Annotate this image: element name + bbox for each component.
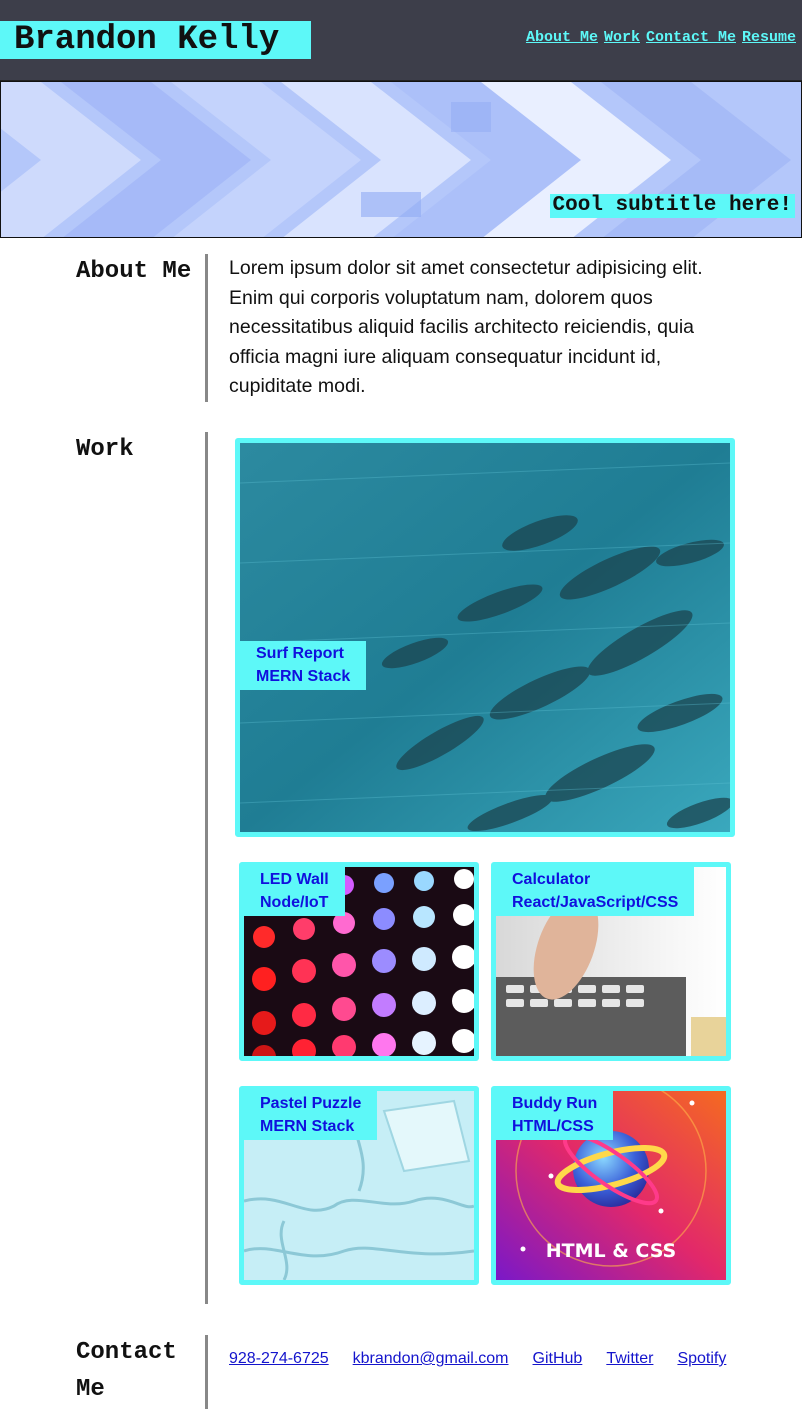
contact-links: 928-274-6725 kbrandon@gmail.com GitHub Twit… — [229, 1350, 750, 1368]
about-divider — [205, 254, 208, 402]
surf-report-image — [240, 443, 730, 832]
contact-title: Contact Me — [76, 1339, 177, 1403]
contact-phone-link[interactable]: 928-274-6725 — [229, 1350, 329, 1367]
hero-banner: Cool subtitle here! — [0, 81, 802, 238]
contact-twitter-link[interactable]: Twitter — [606, 1350, 653, 1367]
surf-report-label: Surf Report MERN Stack — [240, 641, 367, 690]
contact-github-link[interactable]: GitHub — [533, 1350, 583, 1367]
nav-about-me[interactable]: About Me — [526, 29, 598, 46]
site-header: Brandon Kelly About Me Work Contact Me Resu… — [0, 0, 802, 81]
nav-resume[interactable]: Resume — [742, 29, 796, 46]
project-name: Pastel Puzzle — [260, 1095, 362, 1112]
pastel-puzzle-label: Pastel Puzzle MERN Stack — [244, 1091, 378, 1140]
main-nav: About Me Work Contact Me Resume — [520, 29, 796, 46]
about-text: Lorem ipsum dolor sit amet consectetur a… — [229, 257, 703, 397]
buddy-run-label: Buddy Run HTML/CSS — [496, 1091, 614, 1140]
work-divider — [205, 432, 208, 1304]
project-stack: Node/IoT — [260, 893, 329, 911]
project-name: Surf Report — [256, 645, 344, 662]
project-stack: React/JavaScript/CSS — [512, 893, 679, 911]
calculator-label: Calculator React/JavaScript/CSS — [496, 867, 695, 916]
nav-contact-me[interactable]: Contact Me — [646, 29, 736, 46]
project-stack: MERN Stack — [260, 1117, 355, 1135]
work-title: Work — [76, 436, 134, 463]
brand-title[interactable]: Brandon Kelly — [0, 21, 311, 59]
contact-divider — [205, 1335, 208, 1409]
project-card-pastel-puzzle[interactable]: Pastel Puzzle MERN Stack — [239, 1086, 479, 1285]
project-card-calculator[interactable]: Calculator React/JavaScript/CSS — [491, 862, 731, 1061]
hero-subtitle: Cool subtitle here! — [549, 194, 795, 218]
buddy-run-image-text: HTML & CSS — [546, 1240, 677, 1262]
contact-spotify-link[interactable]: Spotify — [677, 1350, 726, 1367]
project-name: Buddy Run — [512, 1095, 598, 1112]
project-name: Calculator — [512, 871, 591, 888]
led-wall-label: LED Wall Node/IoT — [244, 867, 345, 916]
project-stack: HTML/CSS — [512, 1117, 594, 1135]
project-stack: MERN Stack — [256, 667, 351, 685]
project-card-surf-report[interactable]: Surf Report MERN Stack — [235, 438, 735, 837]
project-name: LED Wall — [260, 871, 329, 888]
contact-email-link[interactable]: kbrandon@gmail.com — [353, 1350, 509, 1367]
about-title: About Me — [76, 258, 192, 285]
project-card-buddy-run[interactable]: HTML & CSS Buddy Run HTML/CSS — [491, 1086, 731, 1285]
project-card-led-wall[interactable]: LED Wall Node/IoT — [239, 862, 479, 1061]
nav-work[interactable]: Work — [604, 29, 640, 46]
